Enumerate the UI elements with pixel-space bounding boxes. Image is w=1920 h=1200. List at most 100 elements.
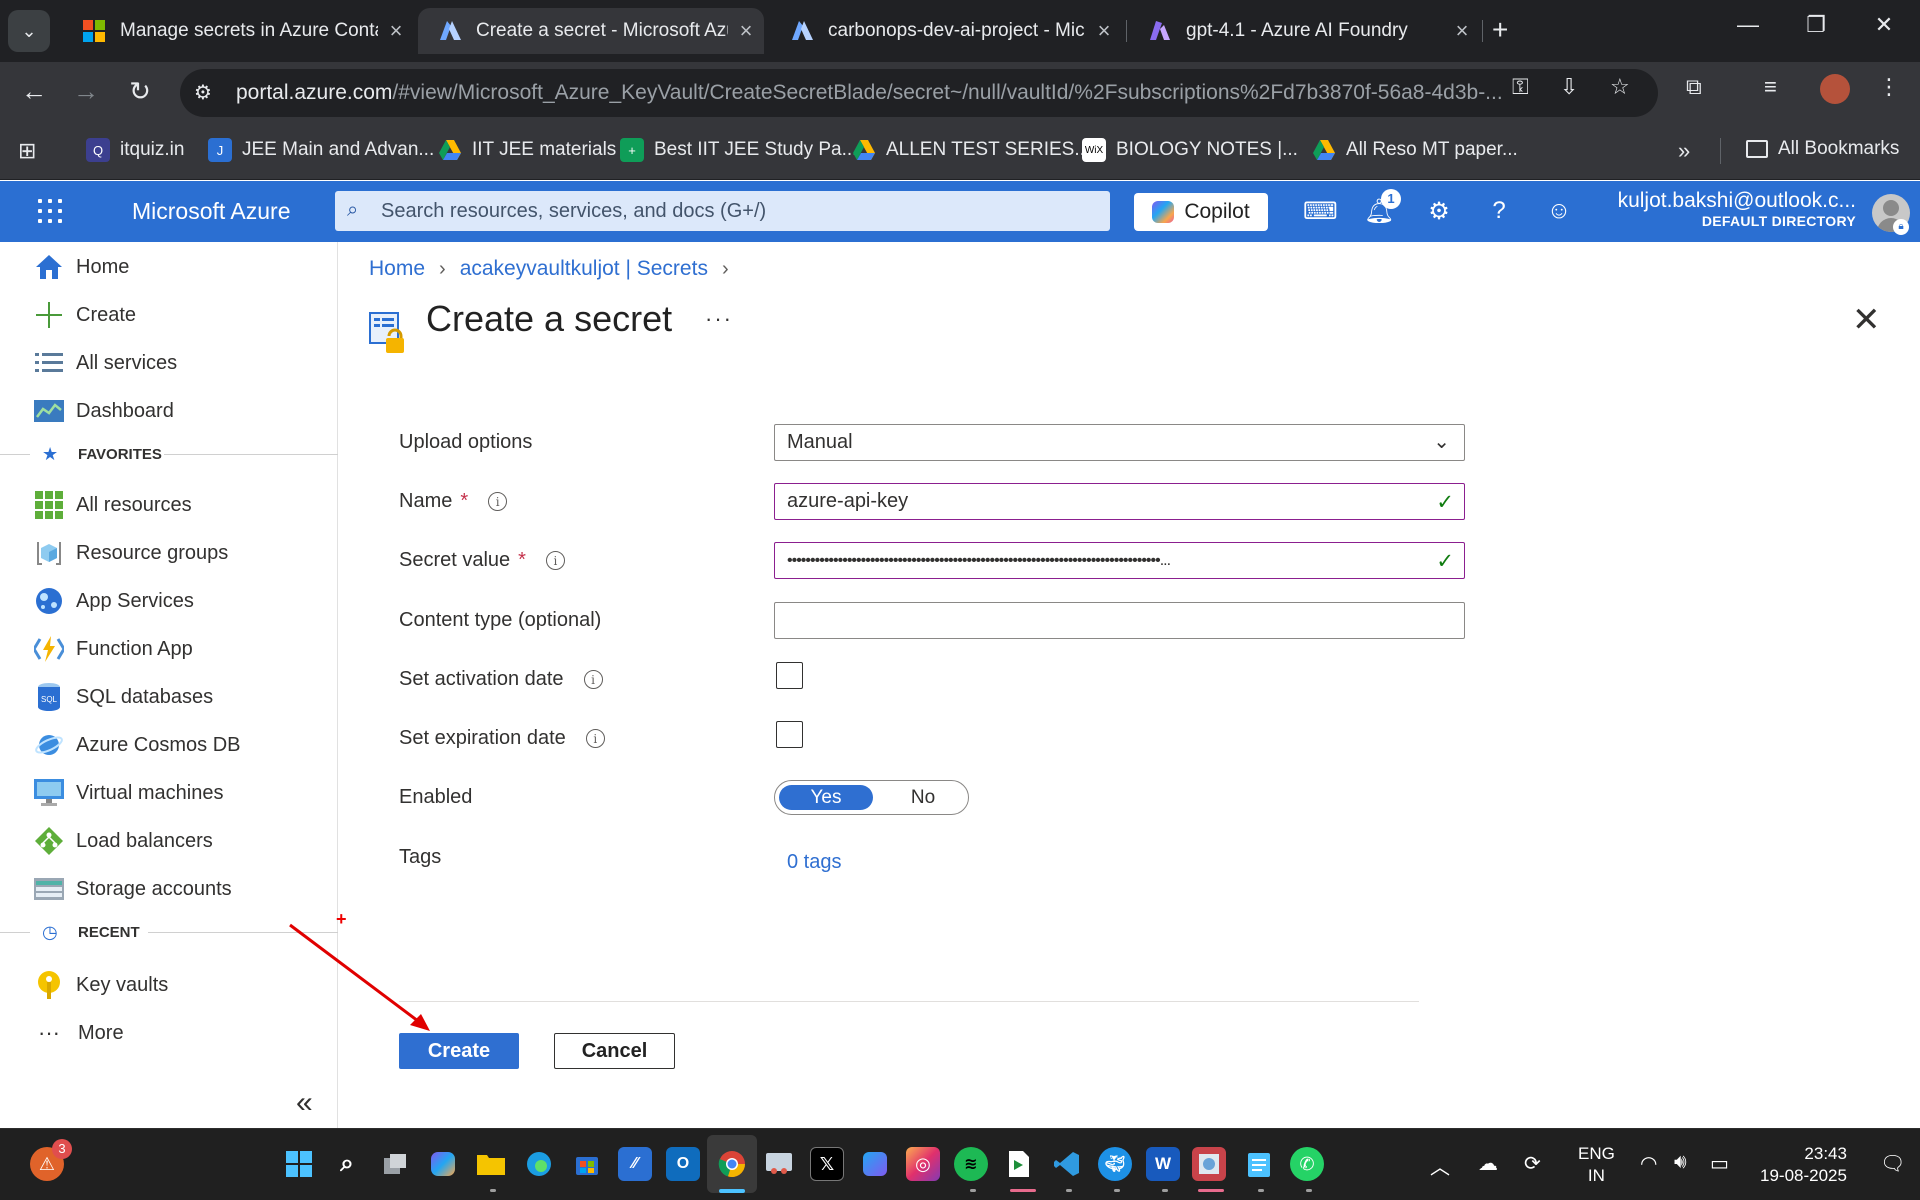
close-window-icon[interactable]: ✕ bbox=[1864, 12, 1904, 38]
sidebar-item-function-app[interactable]: Function App bbox=[0, 626, 338, 672]
bookmark-itquiz[interactable]: Qitquiz.in bbox=[86, 138, 184, 162]
browser-tab-carbonops[interactable]: carbonops-dev-ai-project - Mic × bbox=[770, 8, 1122, 54]
password-key-icon[interactable]: ⚿ bbox=[1512, 74, 1529, 100]
whatsapp-icon[interactable]: ✆ bbox=[1290, 1147, 1324, 1181]
bookmark-all-reso[interactable]: All Reso MT paper... bbox=[1312, 138, 1518, 162]
instagram-icon[interactable]: ◎ bbox=[906, 1147, 940, 1181]
copilot-button[interactable]: Copilot bbox=[1134, 193, 1268, 231]
portal-menu-icon[interactable] bbox=[38, 199, 62, 223]
enabled-yes-option[interactable]: Yes bbox=[779, 785, 873, 810]
bookmark-allen-test[interactable]: ALLEN TEST SERIES... bbox=[852, 138, 1090, 162]
forward-arrow-icon[interactable]: → bbox=[68, 76, 104, 107]
bookmark-iit-jee-materials[interactable]: IIT JEE materials bbox=[438, 138, 616, 162]
taskbar-search-icon[interactable]: ⌕ bbox=[330, 1147, 364, 1181]
sync-icon[interactable]: ⟳ bbox=[1524, 1151, 1541, 1176]
close-tab-icon[interactable]: × bbox=[728, 18, 764, 44]
sidebar-item-storage-accounts[interactable]: Storage accounts bbox=[0, 866, 338, 912]
snipping-tool-icon[interactable] bbox=[762, 1147, 796, 1181]
all-bookmarks-folder[interactable]: All Bookmarks bbox=[1746, 138, 1899, 160]
help-icon[interactable]: ? bbox=[1483, 197, 1515, 225]
wifi-icon[interactable]: ◠ bbox=[1640, 1151, 1657, 1176]
apps-grid-icon[interactable]: ⊞ bbox=[18, 138, 36, 164]
upload-options-dropdown[interactable]: Manual ⌄ bbox=[774, 424, 1465, 461]
sidebar-item-all-resources[interactable]: All resources bbox=[0, 482, 338, 528]
back-arrow-icon[interactable]: ← bbox=[16, 76, 52, 107]
bookmarks-overflow-icon[interactable]: » bbox=[1678, 138, 1690, 164]
tags-link[interactable]: 0 tags bbox=[787, 851, 841, 874]
reload-icon[interactable]: ↻ bbox=[122, 76, 158, 107]
breadcrumb-home-link[interactable]: Home bbox=[369, 257, 425, 281]
close-tab-icon[interactable]: × bbox=[378, 18, 414, 44]
sidebar-item-load-balancers[interactable]: Load balancers bbox=[0, 818, 338, 864]
show-hidden-icons-chevron-icon[interactable]: ︿ bbox=[1430, 1151, 1450, 1180]
sidebar-item-cosmos-db[interactable]: Azure Cosmos DB bbox=[0, 722, 338, 768]
global-search-input[interactable]: ⌕ Search resources, services, and docs (… bbox=[335, 191, 1110, 231]
azure-data-studio-icon[interactable]: ⁄⁄ bbox=[618, 1147, 652, 1181]
chrome-icon[interactable] bbox=[715, 1147, 749, 1181]
spotify-icon[interactable]: ≋ bbox=[954, 1147, 988, 1181]
cloud-shell-icon[interactable]: ⌨ bbox=[1303, 197, 1338, 226]
profile-avatar[interactable] bbox=[1820, 74, 1850, 104]
word-icon[interactable]: W bbox=[1146, 1147, 1180, 1181]
task-view-icon[interactable] bbox=[378, 1147, 412, 1181]
system-clock[interactable]: 23:43 19-08-2025 bbox=[1760, 1143, 1847, 1187]
breadcrumb-parent-link[interactable]: acakeyvaultkuljot | Secrets bbox=[460, 257, 708, 281]
bookmark-best-iit-jee[interactable]: + Best IIT JEE Study Pa... bbox=[620, 138, 857, 162]
install-app-icon[interactable]: ⇩ bbox=[1560, 74, 1578, 100]
bookmark-biology-notes[interactable]: WiX BIOLOGY NOTES |... bbox=[1082, 138, 1298, 162]
edge-browser-icon[interactable] bbox=[522, 1147, 556, 1181]
docker-icon[interactable]: 🐳︎ bbox=[1098, 1147, 1132, 1181]
volume-icon[interactable]: 🔊︎ bbox=[1674, 1151, 1687, 1174]
store-icon[interactable] bbox=[570, 1147, 604, 1181]
sidebar-item-all-services[interactable]: All services bbox=[0, 340, 338, 386]
secret-value-input[interactable]: ••••••••••••••••••••••••••••••••••••••••… bbox=[774, 542, 1465, 579]
close-blade-icon[interactable]: ✕ bbox=[1852, 300, 1881, 340]
create-button[interactable]: Create bbox=[399, 1033, 519, 1069]
extensions-icon[interactable]: ⧉ bbox=[1686, 74, 1702, 100]
close-tab-icon[interactable]: × bbox=[1444, 18, 1480, 44]
language-indicator[interactable]: ENG IN bbox=[1578, 1143, 1615, 1187]
windows-start-icon[interactable] bbox=[282, 1147, 316, 1181]
info-icon[interactable]: i bbox=[545, 551, 565, 570]
new-tab-plus-icon[interactable]: + bbox=[1492, 14, 1508, 46]
info-icon[interactable]: i bbox=[583, 670, 603, 689]
activation-date-checkbox[interactable] bbox=[776, 662, 803, 689]
battery-icon[interactable]: ▭ bbox=[1710, 1151, 1729, 1176]
sidebar-item-create[interactable]: Create bbox=[0, 292, 338, 338]
bookmark-jee-main[interactable]: J JEE Main and Advan... bbox=[208, 138, 434, 162]
cancel-button[interactable]: Cancel bbox=[554, 1033, 675, 1069]
feedback-icon[interactable]: ☺ bbox=[1543, 197, 1575, 225]
outlook-icon[interactable]: O bbox=[666, 1147, 700, 1181]
chrome-menu-icon[interactable]: ⋮ bbox=[1878, 74, 1900, 100]
account-info[interactable]: kuljot.bakshi@outlook.c... DEFAULT DIREC… bbox=[1618, 189, 1856, 229]
notepad-green-icon[interactable] bbox=[1002, 1147, 1036, 1181]
notification-center-icon[interactable]: 🗨︎ bbox=[1880, 1151, 1905, 1176]
enabled-toggle[interactable]: Yes No bbox=[774, 780, 969, 815]
file-explorer-icon[interactable] bbox=[474, 1147, 508, 1181]
browser-tab-create-secret[interactable]: Create a secret - Microsoft Azur × bbox=[418, 8, 764, 54]
restore-window-icon[interactable]: ❐ bbox=[1796, 12, 1836, 38]
browser-tab-gpt41[interactable]: gpt-4.1 - Azure AI Foundry × bbox=[1128, 8, 1480, 54]
info-icon[interactable]: i bbox=[585, 729, 605, 748]
sidebar-item-app-services[interactable]: App Services bbox=[0, 578, 338, 624]
sidebar-item-virtual-machines[interactable]: Virtual machines bbox=[0, 770, 338, 816]
address-bar[interactable]: ⚙ portal.azure.com/#view/Microsoft_Azure… bbox=[180, 69, 1658, 117]
onedrive-cloud-icon[interactable]: ☁ bbox=[1478, 1151, 1498, 1176]
name-input[interactable]: azure-api-key ✓ bbox=[774, 483, 1465, 520]
enabled-no-option[interactable]: No bbox=[887, 785, 959, 810]
vscode-icon[interactable] bbox=[1050, 1147, 1084, 1181]
close-tab-icon[interactable]: × bbox=[1086, 18, 1122, 44]
x-twitter-icon[interactable]: 𝕏 bbox=[810, 1147, 844, 1181]
browser-tab-manage-secrets[interactable]: Manage secrets in Azure Conta × bbox=[62, 8, 414, 54]
more-options-icon[interactable]: ··· bbox=[705, 306, 733, 332]
bookmark-star-icon[interactable]: ☆ bbox=[1610, 74, 1630, 100]
copilot-app-icon[interactable] bbox=[858, 1147, 892, 1181]
control-panel-icon[interactable] bbox=[1192, 1147, 1226, 1181]
tab-search-menu-button[interactable]: ⌄ bbox=[8, 10, 50, 52]
minimize-window-icon[interactable]: — bbox=[1728, 12, 1768, 38]
sidebar-item-resource-groups[interactable]: Resource groups bbox=[0, 530, 338, 576]
collapse-sidebar-icon[interactable]: « bbox=[296, 1086, 313, 1120]
notepad-icon[interactable] bbox=[1242, 1147, 1276, 1181]
copilot-taskbar-icon[interactable] bbox=[426, 1147, 460, 1181]
sidebar-item-home[interactable]: Home bbox=[0, 244, 338, 290]
